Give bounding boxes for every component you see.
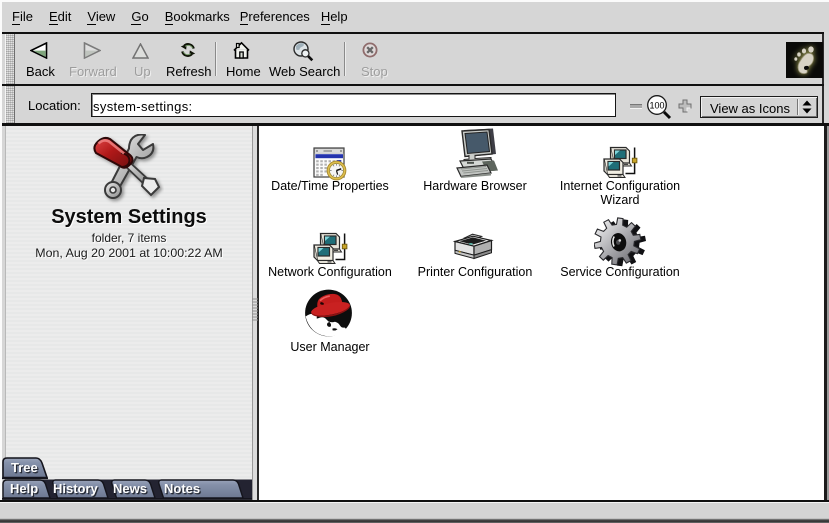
svg-text:100: 100 [649, 100, 664, 110]
